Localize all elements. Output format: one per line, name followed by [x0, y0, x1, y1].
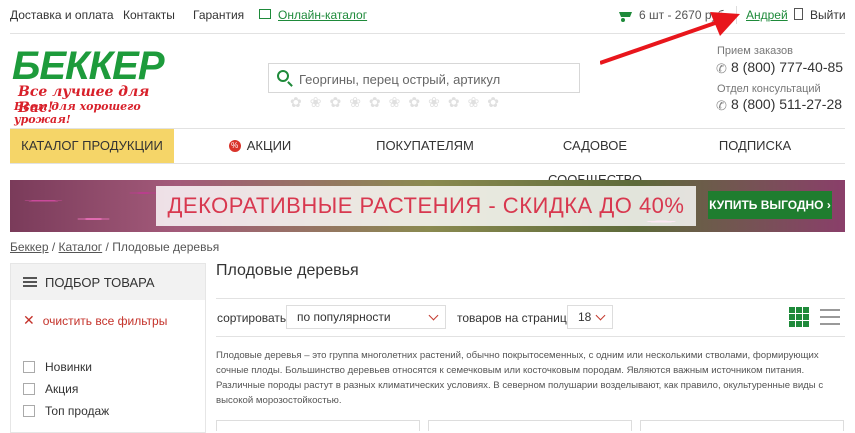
- close-icon: ✕: [23, 312, 35, 328]
- contacts-link[interactable]: Контакты: [123, 8, 175, 22]
- title-divider: [216, 298, 845, 299]
- vegetables-decoration: ✿❀✿❀✿❀✿❀✿❀✿: [290, 94, 508, 110]
- nav-catalog-label: КАТАЛОГ ПРОДУКЦИИ: [21, 138, 163, 153]
- filter-promo[interactable]: Акция: [23, 382, 78, 396]
- sort-label: сортировать: [217, 311, 287, 325]
- main-nav: КАТАЛОГ ПРОДУКЦИИ % АКЦИИ ПОКУПАТЕЛЯМ САД…: [10, 128, 845, 187]
- logout-link[interactable]: Выйти: [810, 8, 846, 22]
- nav-buyers[interactable]: ПОКУПАТЕЛЯМ: [370, 129, 480, 163]
- per-page-label: товаров на странице: [457, 311, 574, 325]
- menu-icon: [23, 277, 37, 287]
- phone-icon: ✆: [716, 98, 727, 113]
- nav-promo[interactable]: % АКЦИИ: [210, 129, 310, 163]
- filter-header[interactable]: ПОДБОР ТОВАРА: [11, 264, 205, 300]
- filter-label: Топ продаж: [45, 404, 110, 418]
- sort-select[interactable]: по популярности: [286, 305, 446, 329]
- clear-filters-button[interactable]: ✕ очистить все фильтры: [23, 312, 167, 329]
- nav-subscribe[interactable]: ПОДПИСКА: [710, 129, 800, 163]
- search-box[interactable]: [268, 63, 580, 93]
- logo-name: БЕККЕР: [12, 44, 165, 88]
- user-link[interactable]: Андрей: [746, 8, 788, 22]
- product-card[interactable]: [640, 420, 844, 431]
- per-page-value: 18: [578, 310, 592, 324]
- nav-promo-label: АКЦИИ: [246, 138, 292, 153]
- logout-icon: [794, 8, 803, 20]
- search-input[interactable]: [297, 69, 571, 89]
- nav-buyers-label: ПОКУПАТЕЛЯМ: [376, 138, 474, 153]
- nav-subscribe-label: ПОДПИСКА: [718, 138, 792, 153]
- breadcrumb-current: Плодовые деревья: [112, 240, 220, 254]
- logo[interactable]: БЕККЕР Все лучшее для Вас! Всем для хоро…: [12, 44, 165, 126]
- breadcrumb: Беккер / Каталог / Плодовые деревья: [10, 240, 220, 254]
- nav-community[interactable]: САДОВОЕ СООБЩЕСТВО: [515, 129, 675, 187]
- sortbar-divider: [216, 336, 845, 337]
- checkbox[interactable]: [23, 382, 35, 395]
- warranty-link[interactable]: Гарантия: [193, 8, 244, 22]
- product-card[interactable]: [216, 420, 420, 431]
- book-icon: [259, 9, 271, 19]
- filter-label: Новинки: [45, 360, 92, 374]
- search-icon[interactable]: [277, 70, 289, 82]
- percent-icon: %: [228, 139, 241, 152]
- grid-view-icon[interactable]: [789, 307, 809, 327]
- arrow-annotation: [600, 12, 740, 65]
- breadcrumb-home[interactable]: Беккер: [10, 240, 49, 254]
- promo-banner[interactable]: ДЕКОРАТИВНЫЕ РАСТЕНИЯ - СКИДКА ДО 40% КУ…: [10, 180, 845, 232]
- filter-new[interactable]: Новинки: [23, 360, 92, 374]
- category-description: Плодовые деревья – это группа многолетни…: [216, 350, 824, 406]
- consult-phone[interactable]: 8 (800) 511-27-28: [731, 96, 842, 112]
- filter-label: Акция: [45, 382, 79, 396]
- filter-sidebar: ПОДБОР ТОВАРА ✕ очистить все фильтры Нови…: [10, 263, 206, 433]
- checkbox[interactable]: [23, 360, 35, 373]
- online-catalog-link[interactable]: Онлайн-каталог: [278, 8, 367, 22]
- product-card[interactable]: [428, 420, 632, 431]
- delivery-link[interactable]: Доставка и оплата: [10, 8, 114, 22]
- clear-filters-label: очистить все фильтры: [42, 314, 168, 328]
- consult-label: Отдел консультаций: [717, 83, 821, 95]
- checkbox[interactable]: [23, 404, 35, 417]
- logo-tagline: Всем для хорошего урожая!: [14, 100, 141, 126]
- per-page-select[interactable]: 18: [567, 305, 613, 329]
- sort-value: по популярности: [297, 310, 391, 324]
- page-title: Плодовые деревья: [216, 262, 359, 279]
- banner-button-label: КУПИТЬ ВЫГОДНО: [709, 198, 824, 212]
- chevron-down-icon: [595, 310, 606, 321]
- nav-catalog[interactable]: КАТАЛОГ ПРОДУКЦИИ: [10, 129, 174, 163]
- banner-text: ДЕКОРАТИВНЫЕ РАСТЕНИЯ - СКИДКА ДО 40%: [167, 193, 685, 218]
- banner-buy-button[interactable]: КУПИТЬ ВЫГОДНО ›: [708, 191, 832, 219]
- breadcrumb-catalog[interactable]: Каталог: [59, 240, 103, 254]
- chevron-down-icon: [428, 310, 439, 321]
- chevron-right-icon: ›: [826, 198, 831, 212]
- filter-top-sales[interactable]: Топ продаж: [23, 404, 109, 418]
- filter-title: ПОДБОР ТОВАРА: [45, 275, 155, 290]
- list-view-icon[interactable]: [820, 309, 840, 327]
